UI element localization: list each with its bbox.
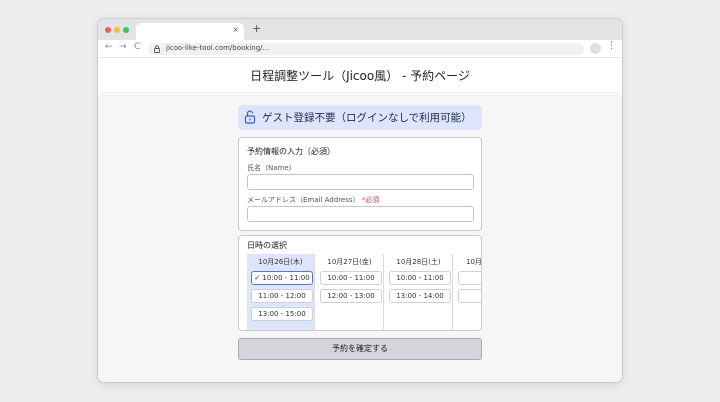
name-input[interactable]	[247, 174, 474, 190]
forward-arrow-icon[interactable]: →	[119, 42, 127, 52]
unlock-icon	[244, 110, 256, 124]
date-column[interactable]: 10月28日(土) 10:00 - 11:00 13:00 - 14:00	[385, 254, 453, 330]
reload-icon[interactable]: C	[134, 42, 140, 52]
time-slot[interactable]: 10:00 - 11:00	[389, 271, 451, 285]
date-column-partial[interactable]: 10月	[454, 254, 482, 330]
browser-window: × + ← → C jicoo-like-tool.com/booking/..…	[98, 19, 622, 382]
booking-content: ゲスト登録不要（ログインなしで利用可能） 予約情報の入力（必須） 氏名（Name…	[98, 94, 622, 382]
time-slot[interactable]: 13:00 - 15:00	[251, 307, 313, 321]
back-arrow-icon[interactable]: ←	[105, 42, 113, 52]
date-column[interactable]: 10月27日(金) 10:00 - 11:00 12:00 - 13:00	[316, 254, 384, 330]
close-window-button[interactable]	[105, 27, 111, 33]
date-column-selected[interactable]: 10月26日(木) ✓ 10:00 - 11:00 11:00 - 12:00 …	[247, 254, 315, 330]
page-header: 日程調整ツール（Jicoo風） - 予約ページ	[98, 58, 622, 93]
time-slot[interactable]: 10:00 - 11:00	[320, 271, 382, 285]
minimize-window-button[interactable]	[114, 27, 120, 33]
confirm-booking-button[interactable]: 予約を確定する	[238, 338, 482, 360]
maximize-window-button[interactable]	[123, 27, 129, 33]
date-header: 10月	[466, 258, 482, 266]
tab-bar: × +	[98, 19, 622, 40]
profile-avatar[interactable]	[590, 43, 601, 54]
time-slot[interactable]: 13:00 - 14:00	[389, 289, 451, 303]
site-info-icon[interactable]	[154, 45, 160, 53]
datetime-section-title: 日時の選択	[247, 241, 287, 250]
guest-banner: ゲスト登録不要（ログインなしで利用可能）	[238, 105, 482, 130]
email-input[interactable]	[247, 206, 474, 222]
date-header: 10月28日(土)	[396, 258, 441, 266]
required-mark: *必須	[361, 196, 380, 204]
address-bar: ← → C jicoo-like-tool.com/booking/... ⋮	[98, 40, 622, 58]
date-header: 10月26日(木)	[258, 258, 303, 266]
browser-menu-icon[interactable]: ⋮	[607, 41, 616, 51]
time-slot[interactable]: 12:00 - 13:00	[320, 289, 382, 303]
form-section-title: 予約情報の入力（必須）	[247, 147, 335, 156]
page-title: 日程調整ツール（Jicoo風） - 予約ページ	[250, 69, 470, 83]
datetime-card: 日時の選択 10月26日(木) ✓ 10:00 - 11:00 11:00 - …	[238, 235, 482, 331]
guest-banner-label: ゲスト登録不要（ログインなしで利用可能）	[262, 112, 472, 124]
new-tab-button[interactable]: +	[252, 22, 261, 35]
name-label: 氏名（Name）	[247, 164, 296, 172]
email-label: メールアドレス（Email Address）	[247, 196, 360, 204]
time-slot[interactable]: 11:00 - 12:00	[251, 289, 313, 303]
time-slot[interactable]	[458, 289, 481, 303]
email-label-row: メールアドレス（Email Address） *必須	[247, 195, 379, 205]
url-field[interactable]: jicoo-like-tool.com/booking/...	[148, 43, 584, 55]
tab-close-icon[interactable]: ×	[232, 25, 239, 34]
date-header: 10月27日(金)	[327, 258, 372, 266]
url-text: jicoo-like-tool.com/booking/...	[166, 44, 270, 52]
time-slot-selected[interactable]: ✓ 10:00 - 11:00	[251, 271, 313, 285]
booking-form-card: 予約情報の入力（必須） 氏名（Name） メールアドレス（Email Addre…	[238, 137, 482, 231]
time-slot[interactable]	[458, 271, 481, 285]
browser-tab[interactable]: ×	[136, 23, 244, 40]
